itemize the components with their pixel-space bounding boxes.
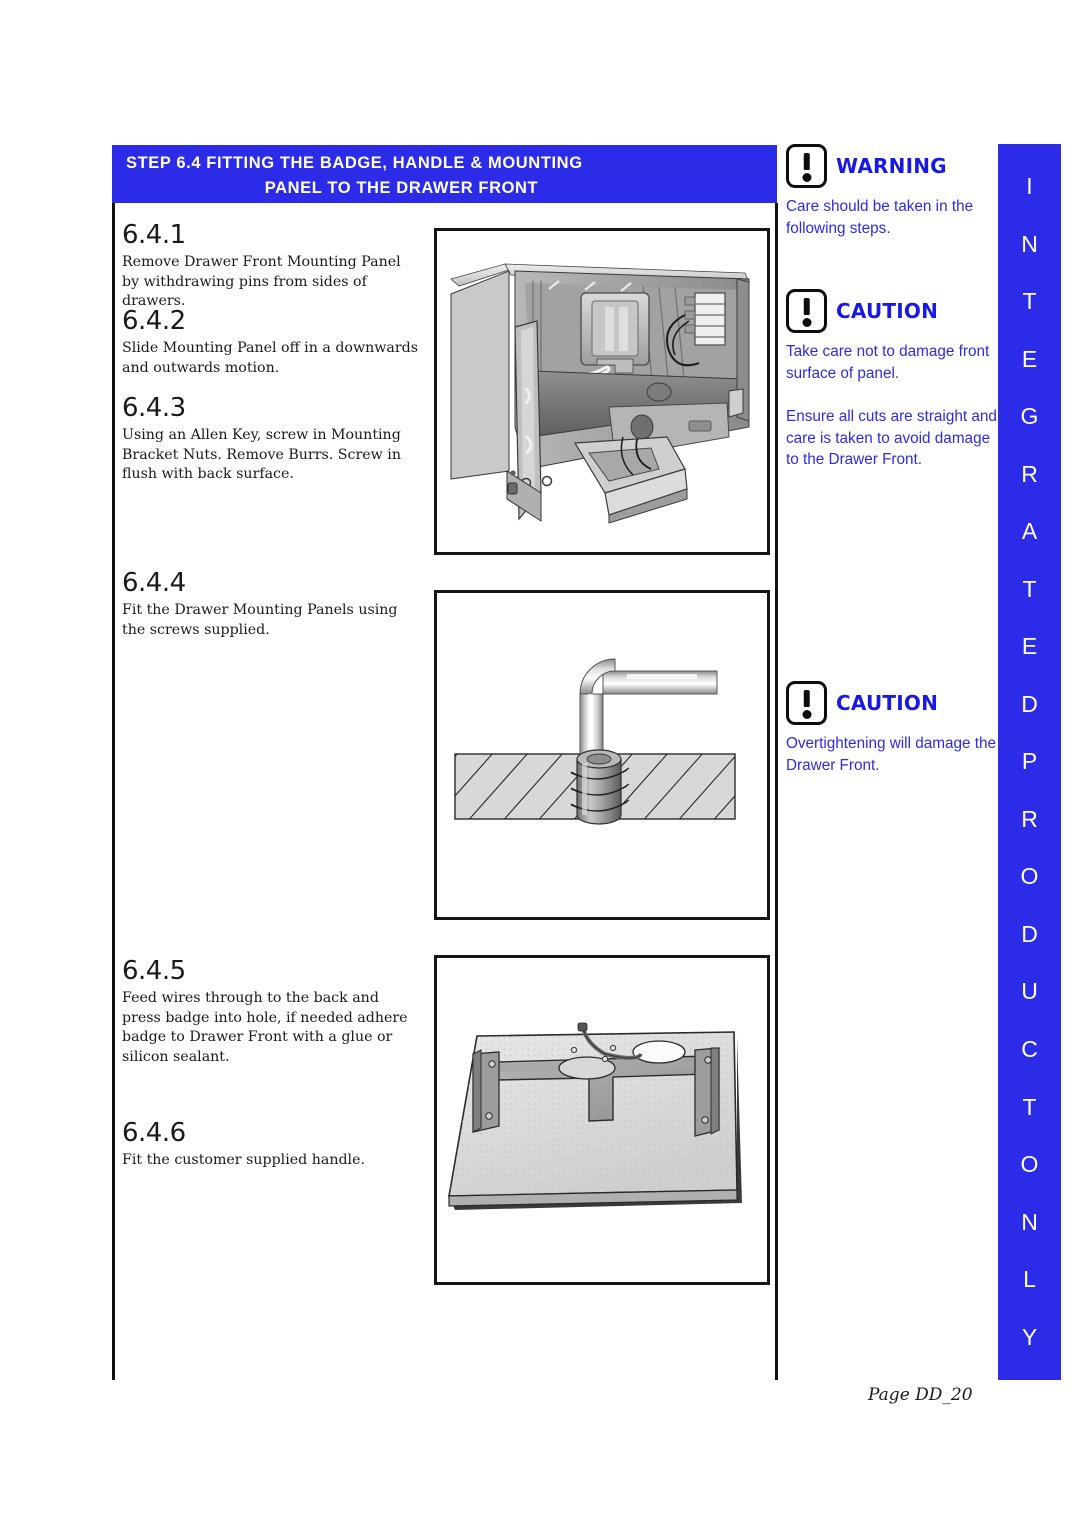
step-6-4-4: 6.4.4 Fit the Drawer Mounting Panels usi…: [122, 570, 422, 640]
step-6-4-1: 6.4.1 Remove Drawer Front Mounting Panel…: [122, 222, 422, 312]
step-description: Fit the Drawer Mounting Panels using the…: [122, 602, 398, 638]
step-header-bar: STEP 6.4 FITTING THE BADGE, HANDLE & MOU…: [112, 145, 777, 203]
page-footer: Page DD_20: [868, 1385, 973, 1405]
exclamation-icon: [786, 144, 827, 188]
step-number: 6.4.5: [122, 956, 186, 986]
notice-header: CAUTION: [786, 680, 998, 726]
illustration-drawer-front-assembly: [434, 228, 770, 555]
step-description: Fit the customer supplied handle.: [122, 1152, 365, 1168]
strip-letter: U: [1021, 978, 1038, 1005]
step-description: Using an Allen Key, screw in Mounting Br…: [122, 427, 401, 482]
strip-letter: N: [1021, 230, 1038, 257]
strip-letter: T: [1022, 288, 1037, 315]
strip-letter: O: [1020, 863, 1039, 890]
step-header-line-1: STEP 6.4 FITTING THE BADGE, HANDLE & MOU…: [126, 154, 583, 172]
manual-page: STEP 6.4 FITTING THE BADGE, HANDLE & MOU…: [0, 0, 1080, 1528]
strip-letter: T: [1022, 1093, 1037, 1120]
step-description: Slide Mounting Panel off in a downwards …: [122, 340, 418, 376]
strip-letter: R: [1021, 805, 1038, 832]
notice-title: CAUTION: [836, 299, 939, 323]
strip-letter: R: [1021, 460, 1038, 487]
illustration-allen-key-insert: [434, 590, 770, 920]
drawer-front-assembly-cutaway: [450, 263, 750, 524]
strip-letter: T: [1022, 575, 1037, 602]
step-6-4-3: 6.4.3 Using an Allen Key, screw in Mount…: [122, 395, 422, 485]
step-description: Feed wires through to the back and press…: [122, 990, 408, 1065]
left-column-rule: [112, 203, 115, 1380]
step-number: 6.4.4: [122, 568, 186, 598]
middle-column-rule: [775, 203, 778, 1380]
strip-letter: E: [1021, 633, 1038, 660]
step-description: Remove Drawer Front Mounting Panel by wi…: [122, 254, 401, 309]
notice-title: WARNING: [836, 154, 947, 178]
notice-paragraph: Take care not to damage front surface of…: [786, 343, 990, 382]
step-6-4-6: 6.4.6 Fit the customer supplied handle.: [122, 1120, 422, 1171]
strip-letter: G: [1020, 403, 1039, 430]
strip-letter: A: [1021, 518, 1038, 545]
strip-letter: E: [1021, 345, 1038, 372]
step-number: 6.4.6: [122, 1118, 186, 1148]
strip-letter: C: [1021, 1035, 1038, 1062]
illustration-drawer-front-bracket: [434, 955, 770, 1285]
notice-header: CAUTION: [786, 288, 998, 334]
notice-header: WARNING: [786, 143, 998, 189]
strip-letter: Y: [1021, 1323, 1038, 1350]
notice-caution-overtighten: CAUTION Overtightening will damage the D…: [786, 680, 998, 776]
strip-letter: D: [1021, 920, 1038, 947]
notice-title: CAUTION: [836, 691, 939, 715]
strip-letter: N: [1021, 1208, 1038, 1235]
strip-letter: I: [1026, 173, 1033, 200]
strip-letter: L: [1023, 1266, 1036, 1293]
strip-letter: P: [1021, 748, 1038, 775]
notice-paragraph: Ensure all cuts are straight and care is…: [786, 408, 997, 468]
drawer-front-with-mounting-bracket: [448, 1022, 742, 1210]
notice-paragraph: Care should be taken in the following st…: [786, 198, 974, 237]
notice-warning: WARNING Care should be taken in the foll…: [786, 143, 998, 239]
exclamation-icon: [786, 289, 827, 333]
notice-paragraph: Overtightening will damage the Drawer Fr…: [786, 735, 997, 774]
step-6-4-2: 6.4.2 Slide Mounting Panel off in a down…: [122, 308, 422, 378]
step-number: 6.4.1: [122, 220, 186, 250]
notice-caution-panel: CAUTION Take care not to damage front su…: [786, 288, 998, 471]
strip-letter: D: [1021, 690, 1038, 717]
strip-letter: O: [1020, 1151, 1039, 1178]
integrated-product-only-strip: I N T E G R A T E D P R O D U C T O N L …: [998, 144, 1061, 1380]
exclamation-icon: [786, 681, 827, 725]
step-header-line-2: PANEL TO THE DRAWER FRONT: [264, 179, 539, 197]
allen-key-in-threaded-insert: [454, 658, 736, 825]
step-number: 6.4.3: [122, 393, 186, 423]
step-6-4-5: 6.4.5 Feed wires through to the back and…: [122, 958, 422, 1067]
step-number: 6.4.2: [122, 306, 186, 336]
